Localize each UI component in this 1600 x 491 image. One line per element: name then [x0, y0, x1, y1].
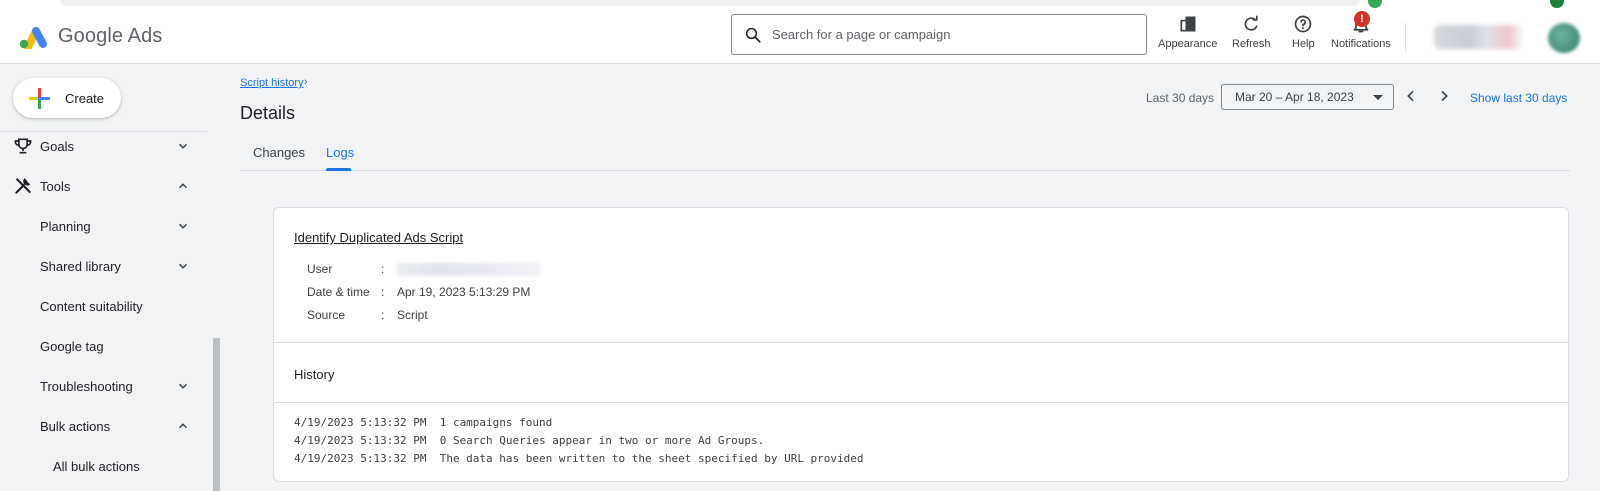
log-line: 4/19/2023 5:13:32 PM 0 Search Queries ap…: [294, 434, 765, 447]
search-icon: [745, 27, 761, 43]
card-divider: [274, 402, 1568, 403]
help-button[interactable]: Help: [1292, 14, 1315, 50]
create-label: Create: [65, 90, 105, 106]
date-range-select[interactable]: Mar 20 – Apr 18, 2023: [1221, 84, 1394, 110]
redacted-email: [397, 263, 540, 277]
appearance-label: Appearance: [1158, 38, 1218, 50]
active-tab-indicator: [326, 168, 351, 171]
trophy-icon: [14, 138, 32, 154]
tools-icon: [15, 177, 31, 194]
log-output: 4/19/2023 5:13:32 PM 1 campaigns found 4…: [294, 416, 864, 470]
chevron-up-icon: [178, 183, 188, 189]
browser-extension-icon[interactable]: [1368, 0, 1382, 8]
chevron-left-icon[interactable]: [1403, 88, 1419, 104]
google-ads-logo[interactable]: Google Ads: [18, 23, 162, 49]
show-last-30-days-link[interactable]: Show last 30 days: [1470, 91, 1567, 105]
plus-icon: [29, 88, 50, 109]
toolbar-divider: [1405, 23, 1406, 51]
log-line: 4/19/2023 5:13:32 PM 1 campaigns found: [294, 416, 553, 429]
account-switcher[interactable]: [1434, 25, 1522, 49]
avatar[interactable]: [1548, 23, 1580, 53]
detail-separator: :: [381, 285, 385, 299]
sidebar-item-label: Goals: [40, 138, 74, 154]
notifications-button[interactable]: ! Notifications: [1331, 11, 1391, 50]
detail-value: Script: [397, 308, 428, 322]
sidebar-item-label: Content suitability: [40, 298, 143, 314]
sidebar-item-label: Google tag: [40, 338, 104, 354]
browser-chrome-strip: [0, 0, 1600, 9]
sidebar-item-label: Troubleshooting: [40, 378, 133, 394]
chevron-down-icon: [178, 143, 188, 149]
history-title: History: [294, 367, 335, 382]
notifications-label: Notifications: [1331, 38, 1391, 50]
log-line: 4/19/2023 5:13:32 PM The data has been w…: [294, 452, 864, 465]
sidebar-item-tools[interactable]: Tools: [0, 174, 200, 198]
browser-profile-icon[interactable]: [1550, 0, 1564, 8]
sidebar-item-bulk-actions[interactable]: Bulk actions: [0, 414, 200, 438]
search-input[interactable]: Search for a page or campaign: [731, 14, 1147, 55]
detail-key: Source: [307, 308, 346, 322]
date-range-value: Mar 20 – Apr 18, 2023: [1235, 90, 1354, 104]
detail-key: User: [307, 262, 333, 276]
sidebar-item-goals[interactable]: Goals: [0, 134, 200, 158]
page-title: Details: [240, 103, 296, 123]
sidebar-item-content-suitability[interactable]: Content suitability: [0, 294, 200, 318]
help-label: Help: [1292, 38, 1315, 50]
chevron-right-icon[interactable]: [1436, 88, 1452, 104]
detail-key: Date & time: [307, 285, 370, 299]
detail-value-redacted: [397, 262, 540, 277]
main-content: Script history › Details Last 30 days Ma…: [220, 65, 1600, 491]
breadcrumb-separator: ›: [304, 76, 308, 88]
appearance-icon: [1180, 16, 1196, 32]
sidebar-item-troubleshooting[interactable]: Troubleshooting: [0, 374, 200, 398]
sidebar-item-label: Planning: [40, 218, 91, 234]
card-divider: [274, 342, 1568, 343]
chevron-down-icon: [178, 223, 188, 229]
create-button[interactable]: Create: [13, 78, 121, 118]
sidebar-item-label: Bulk actions: [40, 418, 111, 434]
sidebar-item-all-bulk-actions[interactable]: All bulk actions: [0, 454, 200, 478]
sidebar-item-google-tag[interactable]: Google tag: [0, 334, 200, 358]
refresh-label: Refresh: [1232, 38, 1271, 50]
detail-separator: :: [381, 308, 385, 322]
tab-bar: Changes Logs: [240, 140, 1570, 171]
sidebar: Create Goals Tools Planning Shared libra…: [0, 65, 215, 491]
sidebar-item-label: Shared library: [40, 258, 121, 274]
sidebar-item-shared-library[interactable]: Shared library: [0, 254, 200, 278]
google-ads-logo-icon: [19, 27, 47, 49]
breadcrumb[interactable]: Script history: [240, 77, 304, 89]
search-placeholder: Search for a page or campaign: [772, 27, 951, 42]
date-range-label: Last 30 days: [1146, 91, 1215, 105]
top-app-bar: Google Ads Search for a page or campaign…: [0, 9, 1600, 64]
chevron-down-icon: [178, 383, 188, 389]
notification-badge: !: [1354, 11, 1370, 27]
refresh-icon: [1244, 15, 1258, 31]
browser-url-bar[interactable]: [60, 0, 1360, 6]
sidebar-item-label: Tools: [40, 178, 71, 194]
chevron-down-icon: [178, 263, 188, 269]
sidebar-item-planning[interactable]: Planning: [0, 214, 200, 238]
appearance-button[interactable]: Appearance: [1158, 14, 1217, 50]
tab-changes[interactable]: Changes: [253, 145, 305, 160]
log-details-card: Identify Duplicated Ads Script User : Da…: [273, 207, 1569, 482]
chevron-up-icon: [178, 423, 188, 429]
caret-down-icon: [1373, 95, 1383, 100]
script-name-link[interactable]: Identify Duplicated Ads Script: [294, 230, 463, 245]
detail-separator: :: [381, 262, 385, 276]
tab-logs[interactable]: Logs: [326, 145, 354, 160]
refresh-button[interactable]: Refresh: [1232, 14, 1271, 50]
detail-value: Apr 19, 2023 5:13:29 PM: [397, 285, 531, 299]
sidebar-item-label: All bulk actions: [53, 458, 140, 474]
app-name: Google Ads: [58, 24, 163, 47]
sidebar-divider: [0, 131, 207, 132]
sidebar-scrollbar[interactable]: [213, 338, 220, 491]
help-icon: [1294, 15, 1312, 33]
